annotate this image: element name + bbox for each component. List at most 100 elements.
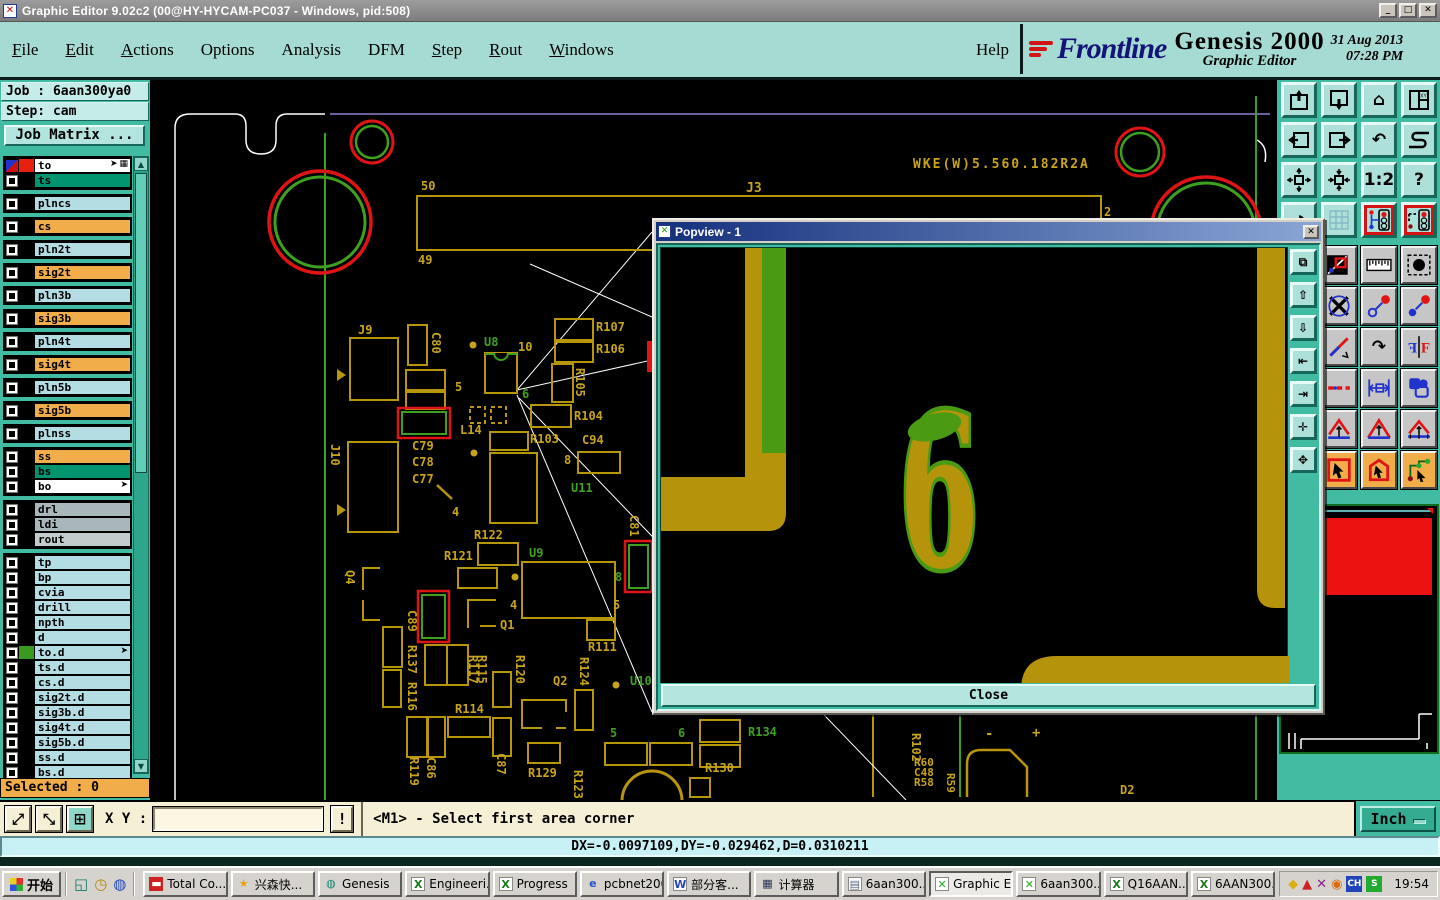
layer-checkbox[interactable]: [6, 197, 18, 210]
layer-name[interactable]: ss.d: [35, 751, 130, 764]
measure-distance-button[interactable]: [1360, 368, 1398, 408]
popview-detach-button[interactable]: ⧉: [1289, 249, 1317, 275]
layer-name[interactable]: sig5b.d: [35, 736, 130, 749]
layer-color-swatch[interactable]: [19, 465, 34, 478]
layer-row-to[interactable]: to ➤ ▦: [5, 158, 130, 173]
pan-left-button[interactable]: [1281, 122, 1317, 158]
popview-close-button[interactable]: Close: [661, 684, 1316, 707]
layer-checkbox[interactable]: [6, 480, 18, 493]
ql-desktop-icon[interactable]: ◱: [74, 875, 88, 893]
layer-row-ts[interactable]: ts: [5, 173, 130, 188]
layer-checkbox[interactable]: [6, 404, 18, 417]
layer-row-pln4t[interactable]: pln4t: [5, 334, 130, 349]
layer-row-sig3b[interactable]: sig3b: [5, 311, 130, 326]
split-window-xy-button[interactable]: XY: [1401, 82, 1437, 118]
taskbar-task-q16aan[interactable]: X Q16AAN...: [1103, 871, 1188, 897]
menu-step[interactable]: Step: [432, 40, 462, 60]
layer-color-swatch[interactable]: [19, 571, 34, 584]
layer-color-swatch[interactable]: [19, 174, 34, 187]
layer-color-swatch[interactable]: [19, 480, 34, 493]
layer-checkbox[interactable]: [6, 661, 18, 674]
ql-globe-icon[interactable]: ◍: [113, 875, 126, 893]
tray-pen-icon[interactable]: ◆: [1288, 877, 1298, 892]
job-matrix-button[interactable]: Job Matrix ...: [4, 125, 145, 146]
peak-a-button[interactable]: [1320, 409, 1358, 449]
layer-checkbox[interactable]: [6, 631, 18, 644]
layer-name[interactable]: sig2t: [35, 266, 130, 279]
layer-row-pln3b[interactable]: pln3b: [5, 288, 130, 303]
layer-scrollbar[interactable]: ▲ ▼: [133, 156, 149, 774]
layer-name[interactable]: sig4t: [35, 358, 130, 371]
menu-options[interactable]: Options: [201, 40, 255, 60]
layer-checkbox[interactable]: [6, 766, 18, 779]
layer-color-swatch[interactable]: [19, 503, 34, 516]
layer-row-plnss[interactable]: plnss: [5, 426, 130, 441]
layer-name[interactable]: to.d ➤: [35, 646, 130, 659]
layer-name[interactable]: d: [35, 631, 130, 644]
popview-pan-right-button[interactable]: ⇥: [1289, 381, 1317, 407]
ql-clock-icon[interactable]: ◷: [94, 875, 107, 893]
layer-color-swatch[interactable]: [19, 197, 34, 210]
layer-color-swatch[interactable]: [19, 616, 34, 629]
layer-display-b-button[interactable]: [1401, 202, 1437, 238]
layer-name[interactable]: ss: [35, 450, 130, 463]
select-pad-button[interactable]: [1400, 245, 1438, 285]
layer-row-rout[interactable]: rout: [5, 532, 130, 547]
layer-name[interactable]: ldi: [35, 518, 130, 531]
tray-ime-icon[interactable]: CH: [1346, 876, 1363, 892]
layer-name[interactable]: sig5b: [35, 404, 130, 417]
layer-color-swatch[interactable]: [19, 736, 34, 749]
select-area-button[interactable]: [1320, 450, 1358, 490]
layer-name[interactable]: pln4t: [35, 335, 130, 348]
tray-sogou-icon[interactable]: S: [1366, 876, 1383, 892]
layer-display-a-button[interactable]: [1361, 202, 1397, 238]
layer-color-swatch[interactable]: [19, 404, 34, 417]
layer-name[interactable]: ts.d: [35, 661, 130, 674]
popview-fit-button[interactable]: ✥: [1289, 447, 1317, 473]
taskbar-task-progress[interactable]: X Progress: [492, 871, 577, 897]
layer-color-swatch[interactable]: [19, 450, 34, 463]
layer-checkbox[interactable]: [6, 450, 18, 463]
popview-center-button[interactable]: ✛: [1289, 414, 1317, 440]
xy-input[interactable]: [152, 806, 325, 832]
layer-color-swatch[interactable]: [19, 601, 34, 614]
layer-name[interactable]: pln5b: [35, 381, 130, 394]
layer-color-swatch[interactable]: [19, 220, 34, 233]
layer-checkbox[interactable]: [6, 503, 18, 516]
layer-name[interactable]: bo ➤: [35, 480, 130, 493]
layer-row-bs[interactable]: bs: [5, 464, 130, 479]
layer-row-plncs[interactable]: plncs: [5, 196, 130, 211]
grid-window-button[interactable]: ⊞: [66, 805, 94, 833]
layer-name[interactable]: bs: [35, 465, 130, 478]
menu-help[interactable]: Help: [976, 22, 1009, 77]
layer-name[interactable]: drill: [35, 601, 130, 614]
zoom-mode-alt-button[interactable]: ⤡: [35, 805, 63, 833]
delete-x-button[interactable]: [1320, 286, 1358, 326]
layer-checkbox[interactable]: [6, 381, 18, 394]
layer-row-pln5b[interactable]: pln5b: [5, 380, 130, 395]
taskbar-task-pcbnet2002[interactable]: e pcbnet2002: [579, 871, 665, 897]
layer-name[interactable]: bp: [35, 571, 130, 584]
layer-row-drill[interactable]: drill: [5, 600, 130, 615]
layer-checkbox[interactable]: [6, 571, 18, 584]
layer-name[interactable]: cs.d: [35, 676, 130, 689]
layer-row-d[interactable]: d: [5, 630, 130, 645]
layer-row-cvia[interactable]: cvia: [5, 585, 130, 600]
layer-row-sig2t.d[interactable]: sig2t.d: [5, 690, 130, 705]
layer-row-bp[interactable]: bp: [5, 570, 130, 585]
layer-name[interactable]: cvia: [35, 586, 130, 599]
serpentine-button[interactable]: [1401, 122, 1437, 158]
layer-color-swatch[interactable]: [19, 691, 34, 704]
layer-checkbox[interactable]: [6, 721, 18, 734]
layer-row-sig4t.d[interactable]: sig4t.d: [5, 720, 130, 735]
layer-color-swatch[interactable]: [19, 751, 34, 764]
layer-checkbox[interactable]: [6, 601, 18, 614]
minimize-button[interactable]: _: [1379, 3, 1397, 18]
zoom-in-window-button[interactable]: [1281, 82, 1317, 118]
layer-active-icon[interactable]: [6, 159, 18, 172]
layer-color-swatch[interactable]: [19, 646, 34, 659]
menu-windows[interactable]: Windows: [549, 40, 614, 60]
layer-checkbox[interactable]: [6, 533, 18, 546]
peak-b-button[interactable]: [1360, 409, 1398, 449]
layer-color-swatch[interactable]: [19, 335, 34, 348]
